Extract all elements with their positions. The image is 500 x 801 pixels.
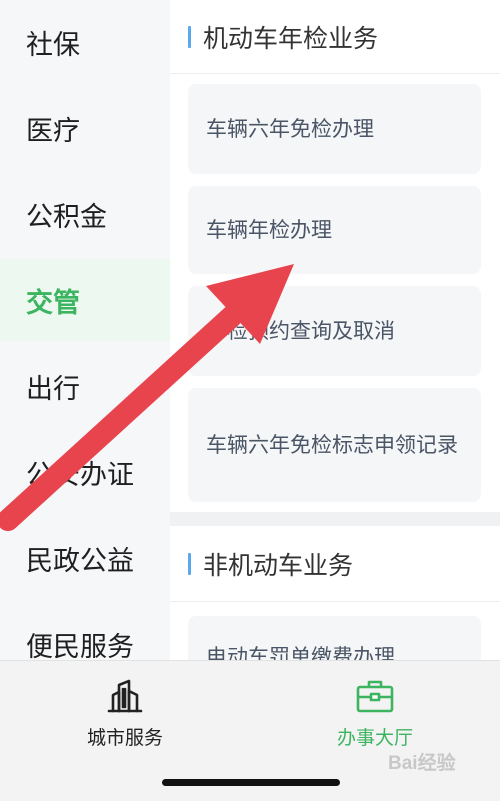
sidebar-item-social-security[interactable]: 社保	[0, 1, 170, 83]
tile-exemption-sticker-records[interactable]: 车辆六年免检标志申领记录	[188, 388, 481, 502]
tile-six-year-exemption[interactable]: 车辆六年免检办理	[188, 84, 481, 174]
home-indicator	[162, 779, 340, 786]
sidebar-item-traffic[interactable]: 交管	[0, 259, 170, 341]
sidebar-item-police-certificates[interactable]: 公安办证	[0, 431, 170, 513]
sidebar-item-label: 出行	[26, 373, 80, 405]
section-title: 非机动车业务	[203, 550, 354, 580]
tile-label: 车辆六年免检标志申领记录	[206, 433, 458, 457]
tile-inspection-appointment[interactable]: 年检预约查询及取消	[188, 286, 481, 376]
category-sidebar: 社保 医疗 公积金 交管 出行 公安办证 民政公益 便民服务	[0, 0, 170, 663]
section-header-non-motor-vehicle: 非机动车业务	[170, 526, 500, 602]
section-accent-bar	[188, 25, 191, 48]
section-title: 机动车年检业务	[203, 23, 379, 53]
tab-label: 办事大厅	[336, 727, 413, 749]
section-accent-bar	[188, 552, 191, 575]
tile-label: 年检预约查询及取消	[206, 319, 395, 343]
sidebar-item-housing-fund[interactable]: 公积金	[0, 173, 170, 255]
section-header-vehicle-inspection: 机动车年检业务	[170, 0, 500, 74]
tile-ebike-fine-payment[interactable]: 电动车罚单缴费办理	[188, 616, 481, 660]
section-divider	[170, 512, 500, 526]
sidebar-item-medical[interactable]: 医疗	[0, 87, 170, 169]
briefcase-icon	[356, 680, 394, 713]
sidebar-item-label: 交管	[26, 287, 80, 319]
tab-label: 城市服务	[86, 727, 163, 749]
tile-label: 车辆年检办理	[206, 218, 332, 242]
sidebar-item-label: 医疗	[26, 115, 80, 147]
sidebar-item-travel[interactable]: 出行	[0, 345, 170, 427]
sidebar-item-label: 民政公益	[26, 545, 134, 577]
city-buildings-icon	[107, 679, 143, 713]
tile-label: 车辆六年免检办理	[206, 117, 374, 141]
tile-label: 电动车罚单缴费办理	[206, 645, 395, 660]
tile-annual-inspection[interactable]: 车辆年检办理	[188, 186, 481, 274]
sidebar-item-civil-affairs[interactable]: 民政公益	[0, 517, 170, 599]
sidebar-item-label: 便民服务	[26, 631, 134, 663]
tab-city-services[interactable]: 城市服务	[45, 677, 205, 767]
service-content-panel: 机动车年检业务 车辆六年免检办理 车辆年检办理 年检预约查询及取消 车辆六年免检…	[170, 0, 500, 660]
baidu-watermark: Bai经验	[388, 753, 456, 774]
sidebar-item-label: 公安办证	[26, 459, 134, 491]
sidebar-item-label: 公积金	[26, 201, 107, 233]
sidebar-item-label: 社保	[26, 29, 80, 61]
